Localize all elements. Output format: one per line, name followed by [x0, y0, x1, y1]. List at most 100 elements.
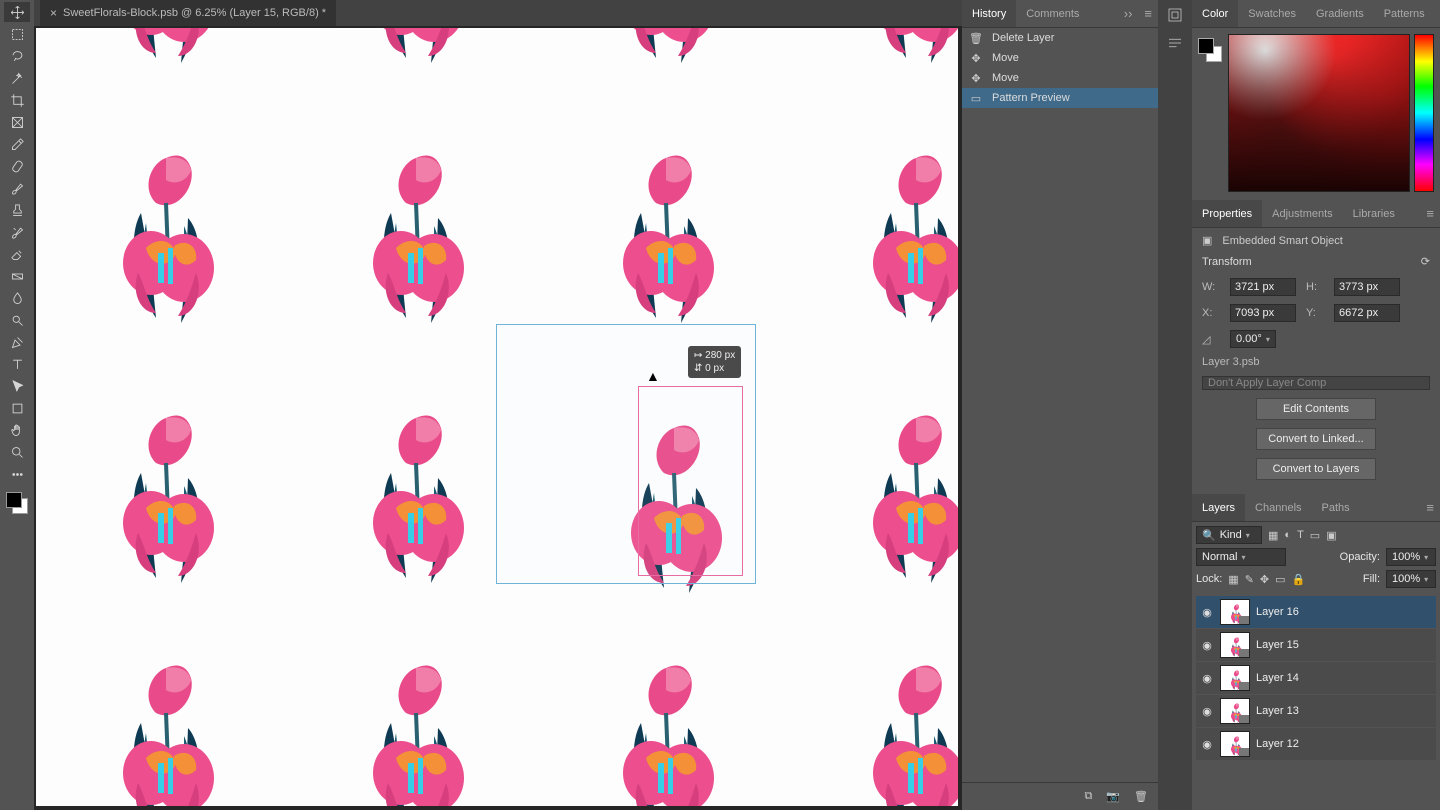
healing-tool[interactable] — [4, 156, 30, 176]
visibility-toggle[interactable]: ◉ — [1200, 639, 1214, 652]
floral-instance[interactable] — [846, 28, 958, 78]
history-item[interactable]: 🗑Delete Layer — [962, 28, 1158, 48]
layer-row[interactable]: ◉ Layer 12 — [1196, 728, 1436, 760]
y-field[interactable] — [1334, 304, 1400, 322]
edit-contents-button[interactable]: Edit Contents — [1256, 398, 1376, 420]
lock-artboard-icon[interactable]: ▭ — [1275, 573, 1285, 586]
visibility-toggle[interactable]: ◉ — [1200, 738, 1214, 751]
tab-layers[interactable]: Layers — [1192, 494, 1245, 521]
panel-menu-icon[interactable]: ≡ — [1138, 6, 1158, 21]
hue-slider[interactable] — [1414, 34, 1434, 192]
visibility-toggle[interactable]: ◉ — [1200, 672, 1214, 685]
trash-icon[interactable]: 🗑 — [1134, 790, 1148, 803]
snapshot-icon[interactable]: 📷 — [1106, 790, 1120, 803]
tab-properties[interactable]: Properties — [1192, 200, 1262, 227]
floral-instance[interactable] — [596, 628, 736, 806]
crop-tool[interactable] — [4, 90, 30, 110]
collapse-icon[interactable]: ›› — [1118, 6, 1139, 21]
filter-smart-icon[interactable]: ▣ — [1326, 529, 1336, 542]
floral-instance[interactable] — [846, 118, 958, 338]
history-item[interactable]: ✥Move — [962, 68, 1158, 88]
pen-tool[interactable] — [4, 332, 30, 352]
convert-to-linked-button[interactable]: Convert to Linked... — [1256, 428, 1376, 450]
layer-thumbnail[interactable] — [1220, 632, 1250, 658]
frame-tool[interactable] — [4, 112, 30, 132]
layer-name[interactable]: Layer 13 — [1256, 705, 1299, 717]
layer-name[interactable]: Layer 14 — [1256, 672, 1299, 684]
tab-comments[interactable]: Comments — [1016, 0, 1089, 27]
floral-instance[interactable] — [846, 378, 958, 598]
collapsed-panel-icon-2[interactable] — [1166, 34, 1184, 52]
floral-instance[interactable] — [596, 28, 736, 78]
tab-patterns[interactable]: Patterns — [1374, 0, 1435, 27]
visibility-toggle[interactable]: ◉ — [1200, 606, 1214, 619]
floral-instance[interactable] — [346, 28, 486, 78]
canvas[interactable]: ▲ ↦ 280 px⇵ 0 px — [36, 28, 958, 806]
brush-tool[interactable] — [4, 178, 30, 198]
floral-instance[interactable] — [96, 118, 236, 338]
floral-instance[interactable] — [596, 118, 736, 338]
hand-tool[interactable] — [4, 420, 30, 440]
tab-libraries[interactable]: Libraries — [1343, 200, 1405, 227]
layer-name[interactable]: Layer 12 — [1256, 738, 1299, 750]
filter-shape-icon[interactable]: ▭ — [1310, 529, 1320, 542]
layer-name[interactable]: Layer 15 — [1256, 639, 1299, 651]
lasso-tool[interactable] — [4, 46, 30, 66]
create-doc-icon[interactable]: ⧉ — [1084, 790, 1092, 803]
eraser-tool[interactable] — [4, 244, 30, 264]
blur-tool[interactable] — [4, 288, 30, 308]
layer-thumbnail[interactable] — [1220, 599, 1250, 625]
gradient-tool[interactable] — [4, 266, 30, 286]
filter-adjust-icon[interactable]: ◐ — [1284, 529, 1291, 542]
more-tools[interactable] — [4, 464, 30, 484]
dodge-tool[interactable] — [4, 310, 30, 330]
opacity-field[interactable]: 100%▾ — [1386, 548, 1436, 566]
close-icon[interactable]: × — [50, 6, 57, 20]
layer-row[interactable]: ◉ Layer 16 — [1196, 596, 1436, 628]
history-brush-tool[interactable] — [4, 222, 30, 242]
tab-paths[interactable]: Paths — [1312, 494, 1360, 521]
color-spectrum[interactable] — [1228, 34, 1410, 192]
tab-history[interactable]: History — [962, 0, 1016, 27]
collapsed-panel-icon-1[interactable] — [1166, 6, 1184, 24]
selection-bounds[interactable] — [638, 386, 743, 576]
reset-icon[interactable]: ⟳ — [1421, 255, 1430, 268]
floral-instance[interactable] — [346, 378, 486, 598]
shape-tool[interactable] — [4, 398, 30, 418]
marquee-tool[interactable] — [4, 24, 30, 44]
fg-bg-swatch[interactable] — [1198, 38, 1222, 62]
lock-image-icon[interactable]: ✎ — [1245, 573, 1254, 586]
floral-instance[interactable] — [346, 118, 486, 338]
zoom-tool[interactable] — [4, 442, 30, 462]
eyedropper-tool[interactable] — [4, 134, 30, 154]
tab-channels[interactable]: Channels — [1245, 494, 1311, 521]
document-tab[interactable]: × SweetFlorals-Block.psb @ 6.25% (Layer … — [40, 0, 336, 26]
panel-menu-icon[interactable]: ≡ — [1420, 500, 1440, 515]
wand-tool[interactable] — [4, 68, 30, 88]
stamp-tool[interactable] — [4, 200, 30, 220]
history-item[interactable]: ✥Move — [962, 48, 1158, 68]
layer-name[interactable]: Layer 16 — [1256, 606, 1299, 618]
lock-all-icon[interactable]: 🔒 — [1292, 573, 1306, 586]
blend-mode-select[interactable]: Normal▾ — [1196, 548, 1286, 566]
floral-instance[interactable] — [846, 628, 958, 806]
layer-thumbnail[interactable] — [1220, 698, 1250, 724]
tab-gradients[interactable]: Gradients — [1306, 0, 1374, 27]
panel-menu-icon[interactable]: ≡ — [1435, 6, 1440, 21]
layer-thumbnail[interactable] — [1220, 731, 1250, 757]
floral-instance[interactable] — [96, 628, 236, 806]
floral-instance[interactable] — [96, 28, 236, 78]
layer-kind-filter[interactable]: 🔍Kind▾ — [1196, 526, 1262, 544]
path-select-tool[interactable] — [4, 376, 30, 396]
height-field[interactable] — [1334, 278, 1400, 296]
layer-row[interactable]: ◉ Layer 14 — [1196, 662, 1436, 694]
width-field[interactable] — [1230, 278, 1296, 296]
panel-menu-icon[interactable]: ≡ — [1420, 206, 1440, 221]
move-tool[interactable] — [4, 2, 30, 22]
x-field[interactable] — [1230, 304, 1296, 322]
visibility-toggle[interactable]: ◉ — [1200, 705, 1214, 718]
foreground-background-swatch[interactable] — [6, 492, 28, 514]
angle-field[interactable]: 0.00°▾ — [1230, 330, 1276, 348]
filter-type-icon[interactable]: T — [1297, 529, 1304, 542]
layer-row[interactable]: ◉ Layer 15 — [1196, 629, 1436, 661]
